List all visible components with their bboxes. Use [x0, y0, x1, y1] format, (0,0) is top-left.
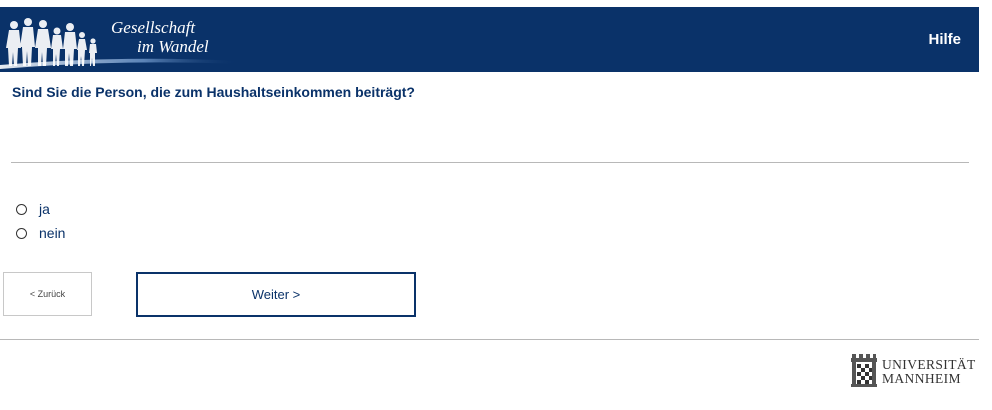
- next-button[interactable]: Weiter >: [136, 272, 416, 317]
- option-label-nein: nein: [39, 225, 66, 241]
- radio-button-nein[interactable]: [16, 227, 27, 239]
- question-text: Sind Sie die Person, die zum Haushaltsei…: [12, 84, 415, 100]
- gesellschaft-im-wandel-logo: Gesellschaft im Wandel: [0, 7, 240, 72]
- logo-title-line1: Gesellschaft: [111, 18, 196, 37]
- university-mannheim-logo: UNIVERSITÄT MANNHEIM: [848, 350, 982, 392]
- back-button[interactable]: < Zurück: [3, 272, 92, 316]
- logo-title-line2: im Wandel: [137, 37, 209, 56]
- divider: [11, 162, 969, 163]
- footer-divider: [0, 339, 979, 340]
- castle-crest-icon: [851, 354, 877, 387]
- option-nein[interactable]: nein: [16, 225, 65, 241]
- university-name-line2: MANNHEIM: [882, 371, 961, 386]
- header-bar: Gesellschaft im Wandel Hilfe: [0, 7, 979, 72]
- option-label-ja: ja: [39, 201, 50, 217]
- radio-button-ja[interactable]: [16, 203, 27, 215]
- help-link[interactable]: Hilfe: [928, 31, 961, 48]
- option-ja[interactable]: ja: [16, 201, 50, 217]
